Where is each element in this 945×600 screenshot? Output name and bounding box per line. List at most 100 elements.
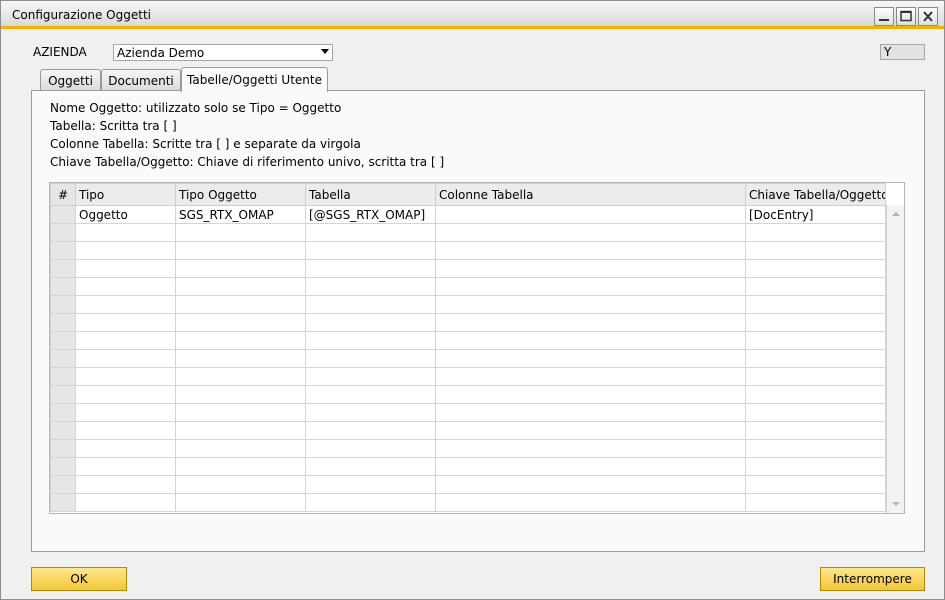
empty-cell[interactable] <box>435 295 746 314</box>
column-header-tipo[interactable]: Tipo <box>75 183 176 206</box>
empty-cell[interactable] <box>50 313 76 332</box>
empty-cell[interactable] <box>175 349 306 368</box>
empty-cell[interactable] <box>50 331 76 350</box>
empty-cell[interactable] <box>745 241 886 260</box>
empty-cell[interactable] <box>50 457 76 476</box>
table-row-empty[interactable] <box>50 259 886 278</box>
empty-cell[interactable] <box>175 403 306 422</box>
tipo-cell[interactable]: Oggetto <box>75 205 176 224</box>
empty-cell[interactable] <box>50 439 76 458</box>
column-header-chiave[interactable]: Chiave Tabella/Oggetto <box>745 183 886 206</box>
table-row-empty[interactable] <box>50 331 886 350</box>
colonne-tabella-cell[interactable] <box>435 205 746 224</box>
empty-cell[interactable] <box>435 259 746 278</box>
empty-cell[interactable] <box>75 277 176 296</box>
empty-cell[interactable] <box>745 385 886 404</box>
empty-cell[interactable] <box>75 313 176 332</box>
tabella-cell[interactable]: [@SGS_RTX_OMAP] <box>305 205 436 224</box>
empty-cell[interactable] <box>305 313 436 332</box>
title-bar[interactable]: Configurazione Oggetti <box>1 1 944 29</box>
empty-cell[interactable] <box>175 241 306 260</box>
ok-button[interactable]: OK <box>31 567 127 591</box>
empty-cell[interactable] <box>50 421 76 440</box>
empty-cell[interactable] <box>435 349 746 368</box>
empty-cell[interactable] <box>745 349 886 368</box>
maximize-button[interactable] <box>896 7 916 26</box>
empty-cell[interactable] <box>75 403 176 422</box>
empty-cell[interactable] <box>435 439 746 458</box>
close-button[interactable] <box>918 7 938 26</box>
table-row-empty[interactable] <box>50 241 886 260</box>
empty-cell[interactable] <box>435 331 746 350</box>
empty-cell[interactable] <box>75 385 176 404</box>
column-header-tipo-oggetto[interactable]: Tipo Oggetto <box>175 183 306 206</box>
empty-cell[interactable] <box>75 439 176 458</box>
empty-cell[interactable] <box>75 259 176 278</box>
empty-cell[interactable] <box>50 259 76 278</box>
empty-cell[interactable] <box>50 223 76 242</box>
tab-documenti[interactable]: Documenti <box>101 69 181 90</box>
empty-cell[interactable] <box>175 475 306 494</box>
empty-cell[interactable] <box>435 241 746 260</box>
empty-cell[interactable] <box>435 385 746 404</box>
empty-cell[interactable] <box>50 367 76 386</box>
table-row-empty[interactable] <box>50 493 886 512</box>
empty-cell[interactable] <box>745 223 886 242</box>
empty-cell[interactable] <box>305 259 436 278</box>
empty-cell[interactable] <box>75 349 176 368</box>
empty-cell[interactable] <box>50 349 76 368</box>
empty-cell[interactable] <box>305 223 436 242</box>
tab-oggetti[interactable]: Oggetti <box>40 69 101 90</box>
table-row-empty[interactable] <box>50 313 886 332</box>
empty-cell[interactable] <box>745 493 886 512</box>
tab-tabelle-oggetti-utente[interactable]: Tabelle/Oggetti Utente <box>181 67 328 92</box>
empty-cell[interactable] <box>745 277 886 296</box>
empty-cell[interactable] <box>305 277 436 296</box>
objects-grid[interactable]: # Tipo Tipo Oggetto Tabella Colonne Tabe… <box>49 182 905 514</box>
empty-cell[interactable] <box>435 277 746 296</box>
table-row-empty[interactable] <box>50 277 886 296</box>
empty-cell[interactable] <box>50 475 76 494</box>
table-row-empty[interactable] <box>50 385 886 404</box>
table-row-empty[interactable] <box>50 295 886 314</box>
empty-cell[interactable] <box>435 223 746 242</box>
empty-cell[interactable] <box>745 475 886 494</box>
empty-cell[interactable] <box>305 331 436 350</box>
empty-cell[interactable] <box>175 313 306 332</box>
minimize-button[interactable] <box>874 7 894 26</box>
empty-cell[interactable] <box>745 367 886 386</box>
empty-cell[interactable] <box>175 493 306 512</box>
empty-cell[interactable] <box>435 367 746 386</box>
empty-cell[interactable] <box>175 259 306 278</box>
empty-cell[interactable] <box>305 349 436 368</box>
empty-cell[interactable] <box>305 421 436 440</box>
empty-cell[interactable] <box>175 421 306 440</box>
empty-cell[interactable] <box>75 331 176 350</box>
empty-cell[interactable] <box>435 475 746 494</box>
empty-cell[interactable] <box>745 313 886 332</box>
empty-cell[interactable] <box>745 259 886 278</box>
empty-cell[interactable] <box>745 295 886 314</box>
tipo-oggetto-cell[interactable]: SGS_RTX_OMAP <box>175 205 306 224</box>
empty-cell[interactable] <box>50 277 76 296</box>
table-row[interactable]: Oggetto SGS_RTX_OMAP [@SGS_RTX_OMAP] [Do… <box>50 205 886 224</box>
empty-cell[interactable] <box>745 421 886 440</box>
empty-cell[interactable] <box>435 457 746 476</box>
column-header-number[interactable]: # <box>50 183 76 206</box>
cancel-button[interactable]: Interrompere <box>820 567 925 591</box>
company-select[interactable]: Azienda Demo <box>113 44 333 61</box>
empty-cell[interactable] <box>175 223 306 242</box>
column-header-colonne-tabella[interactable]: Colonne Tabella <box>435 183 746 206</box>
empty-cell[interactable] <box>305 367 436 386</box>
empty-cell[interactable] <box>745 331 886 350</box>
empty-cell[interactable] <box>305 475 436 494</box>
empty-cell[interactable] <box>75 223 176 242</box>
empty-cell[interactable] <box>435 313 746 332</box>
empty-cell[interactable] <box>175 457 306 476</box>
empty-cell[interactable] <box>435 493 746 512</box>
empty-cell[interactable] <box>75 241 176 260</box>
table-row-empty[interactable] <box>50 367 886 386</box>
empty-cell[interactable] <box>50 241 76 260</box>
empty-cell[interactable] <box>745 439 886 458</box>
scroll-up-icon[interactable] <box>892 211 900 217</box>
